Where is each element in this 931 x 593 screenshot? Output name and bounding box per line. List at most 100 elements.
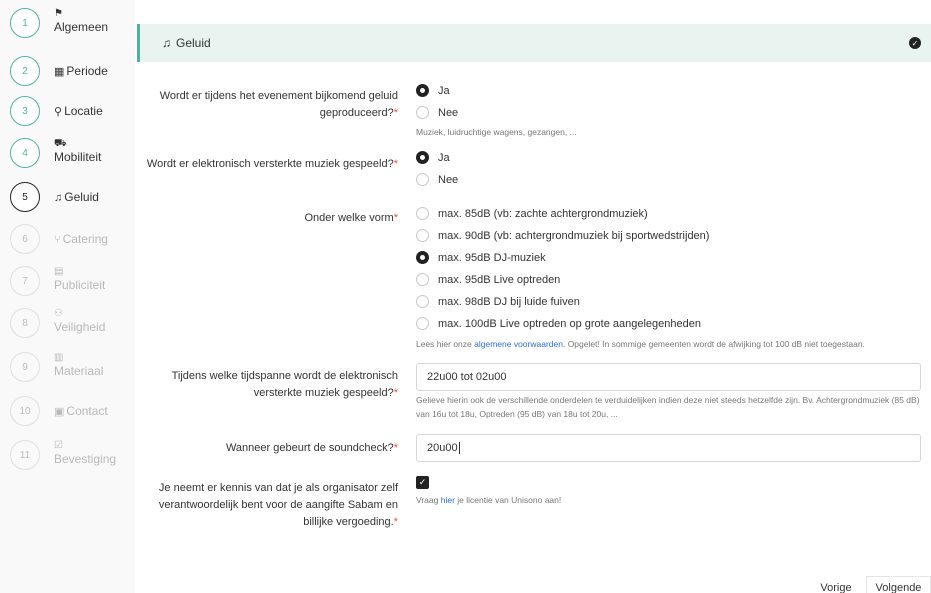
building-icon: ▥ — [54, 352, 64, 363]
help-text: Muziek, luidruchtige wagens, gezangen, .… — [416, 127, 577, 137]
radio-button-checked[interactable] — [416, 251, 429, 264]
radio-q1-ja[interactable]: Ja — [416, 84, 450, 97]
clipboard-check-icon: ☑ — [54, 440, 63, 451]
help-prefix: Vraag — [416, 495, 441, 505]
question-label: Wordt er elektronisch versterkte muziek … — [146, 158, 394, 170]
section-header[interactable]: ♫ Geluid ✓ — [137, 24, 931, 62]
question-label: Tijdens welke tijdspanne wordt de elektr… — [171, 370, 398, 399]
step-contact[interactable]: 10 ▣ Contact — [10, 396, 135, 426]
step-mobiliteit[interactable]: 4 ⛟ Mobiliteit — [10, 138, 135, 168]
radio-button[interactable] — [416, 207, 429, 220]
car-icon: ⛟ — [54, 138, 67, 149]
radio-label: max. 95dB Live optreden — [438, 273, 561, 286]
license-help-text: Vraag hier je licentie van Unisono aan! — [416, 493, 561, 507]
question-label: Onder welke vorm — [304, 212, 394, 224]
radio-q1-nee[interactable]: Nee — [416, 106, 458, 119]
question-label: Wanneer gebeurt de soundcheck? — [225, 442, 394, 454]
question-electronic-music: Wordt er elektronisch versterkte muziek … — [138, 156, 398, 173]
required-marker: * — [393, 158, 398, 170]
step-label: Algemeen — [54, 20, 109, 34]
required-marker: * — [393, 516, 398, 528]
radio-label: max. 85dB (vb: zachte achtergrondmuziek) — [438, 207, 648, 220]
radio-label: max. 95dB DJ-muziek — [438, 251, 546, 264]
radio-button-checked[interactable] — [416, 151, 429, 164]
question-soundcheck: Wanneer gebeurt de soundcheck?* — [138, 440, 398, 457]
step-label: Contact — [66, 404, 108, 418]
cutlery-icon: ⑂ — [54, 234, 61, 246]
step-number: 9 — [10, 352, 40, 382]
help-prefix: Lees hier onze — [416, 339, 475, 349]
license-link[interactable]: hier — [441, 495, 455, 505]
step-geluid[interactable]: 5 ♫ Geluid — [10, 182, 135, 212]
radio-q2-ja[interactable]: Ja — [416, 151, 450, 164]
radio-q3-90db[interactable]: max. 90dB (vb: achtergrondmuziek bij spo… — [416, 229, 709, 242]
flag-icon: ⚑ — [54, 8, 63, 19]
radio-button[interactable] — [416, 273, 429, 286]
step-materiaal[interactable]: 9 ▥ Materiaal — [10, 352, 135, 382]
radio-label: Ja — [438, 84, 450, 97]
step-number: 7 — [10, 266, 40, 296]
step-label: Locatie — [64, 104, 103, 118]
radio-label: max. 90dB (vb: achtergrondmuziek bij spo… — [438, 229, 710, 242]
step-number: 5 — [10, 182, 40, 212]
step-label: Periode — [66, 64, 108, 78]
step-number: 3 — [10, 96, 40, 126]
next-button[interactable]: Volgende — [866, 576, 931, 593]
step-label: Publiciteit — [54, 278, 106, 292]
sabam-checkbox[interactable]: ✓ — [416, 476, 429, 489]
music-icon: ♫ — [162, 36, 171, 50]
radio-q2-nee[interactable]: Nee — [416, 173, 458, 186]
radio-label: max. 98dB DJ bij luide fuiven — [438, 295, 580, 308]
required-marker: * — [393, 212, 398, 224]
question-form: Onder welke vorm* — [138, 210, 398, 227]
soundcheck-input[interactable]: 20u00 — [416, 434, 921, 462]
radio-label: Ja — [438, 151, 450, 164]
text-cursor — [458, 442, 460, 454]
question-label: Wordt er tijdens het evenement bijkomend… — [159, 90, 398, 119]
radio-button[interactable] — [416, 229, 429, 242]
radio-button[interactable] — [416, 317, 429, 330]
people-icon: ⚇ — [54, 308, 63, 319]
radio-label: Nee — [438, 173, 459, 186]
step-veiligheid[interactable]: 8 ⚇ Veiligheid — [10, 308, 135, 338]
radio-q3-85db[interactable]: max. 85dB (vb: zachte achtergrondmuziek) — [416, 207, 648, 220]
step-catering[interactable]: 6 ⑂ Catering — [10, 224, 135, 254]
terms-link[interactable]: algemene voorwaarden — [474, 339, 563, 349]
check-circle-icon: ✓ — [909, 37, 921, 49]
music-icon: ♫ — [54, 192, 63, 204]
required-marker: * — [393, 107, 398, 119]
radio-q3-95db-live[interactable]: max. 95dB Live optreden — [416, 273, 560, 286]
terms-help-text: Lees hier onze algemene voorwaarden. Opg… — [416, 337, 865, 351]
radio-button[interactable] — [416, 173, 429, 186]
step-publiciteit[interactable]: 7 ▤ Publiciteit — [10, 266, 135, 296]
stepper-sidebar: 1 ⚑ Algemeen 2 ▦ Periode 3 ⚲ Locatie 4 ⛟ Mob… — [0, 0, 135, 593]
step-bevestiging[interactable]: 11 ☑ Bevestiging — [10, 440, 135, 470]
radio-label: Nee — [438, 106, 459, 119]
radio-button[interactable] — [416, 295, 429, 308]
step-number: 4 — [10, 138, 40, 168]
radio-q3-100db[interactable]: max. 100dB Live optreden op grote aangel… — [416, 317, 701, 330]
step-algemeen[interactable]: 1 ⚑ Algemeen — [10, 8, 135, 38]
step-label: Materiaal — [54, 364, 104, 378]
question-timespan: Tijdens welke tijdspanne wordt de elektr… — [138, 368, 398, 402]
step-number: 2 — [10, 56, 40, 86]
previous-button[interactable]: Vorige — [808, 576, 864, 593]
radio-label: max. 100dB Live optreden op grote aangel… — [438, 317, 701, 330]
map-pin-icon: ⚲ — [54, 106, 63, 118]
radio-q3-98db[interactable]: max. 98dB DJ bij luide fuiven — [416, 295, 580, 308]
step-label: Bevestiging — [54, 452, 117, 466]
step-label: Veiligheid — [54, 320, 106, 334]
radio-button[interactable] — [416, 106, 429, 119]
question-extra-sound: Wordt er tijdens het evenement bijkomend… — [138, 88, 398, 122]
timespan-input[interactable]: 22u00 tot 02u00 — [416, 363, 921, 391]
help-text: Gelieve hierin ook de verschillende onde… — [416, 395, 920, 419]
step-periode[interactable]: 2 ▦ Periode — [10, 56, 135, 86]
input-value: 20u00 — [427, 442, 458, 454]
step-label: Catering — [62, 232, 108, 246]
step-number: 6 — [10, 224, 40, 254]
radio-q3-95db-dj[interactable]: max. 95dB DJ-muziek — [416, 251, 546, 264]
contact-card-icon: ▣ — [54, 406, 65, 418]
radio-button-checked[interactable] — [416, 84, 429, 97]
step-locatie[interactable]: 3 ⚲ Locatie — [10, 96, 135, 126]
step-label: Mobiliteit — [54, 150, 102, 164]
